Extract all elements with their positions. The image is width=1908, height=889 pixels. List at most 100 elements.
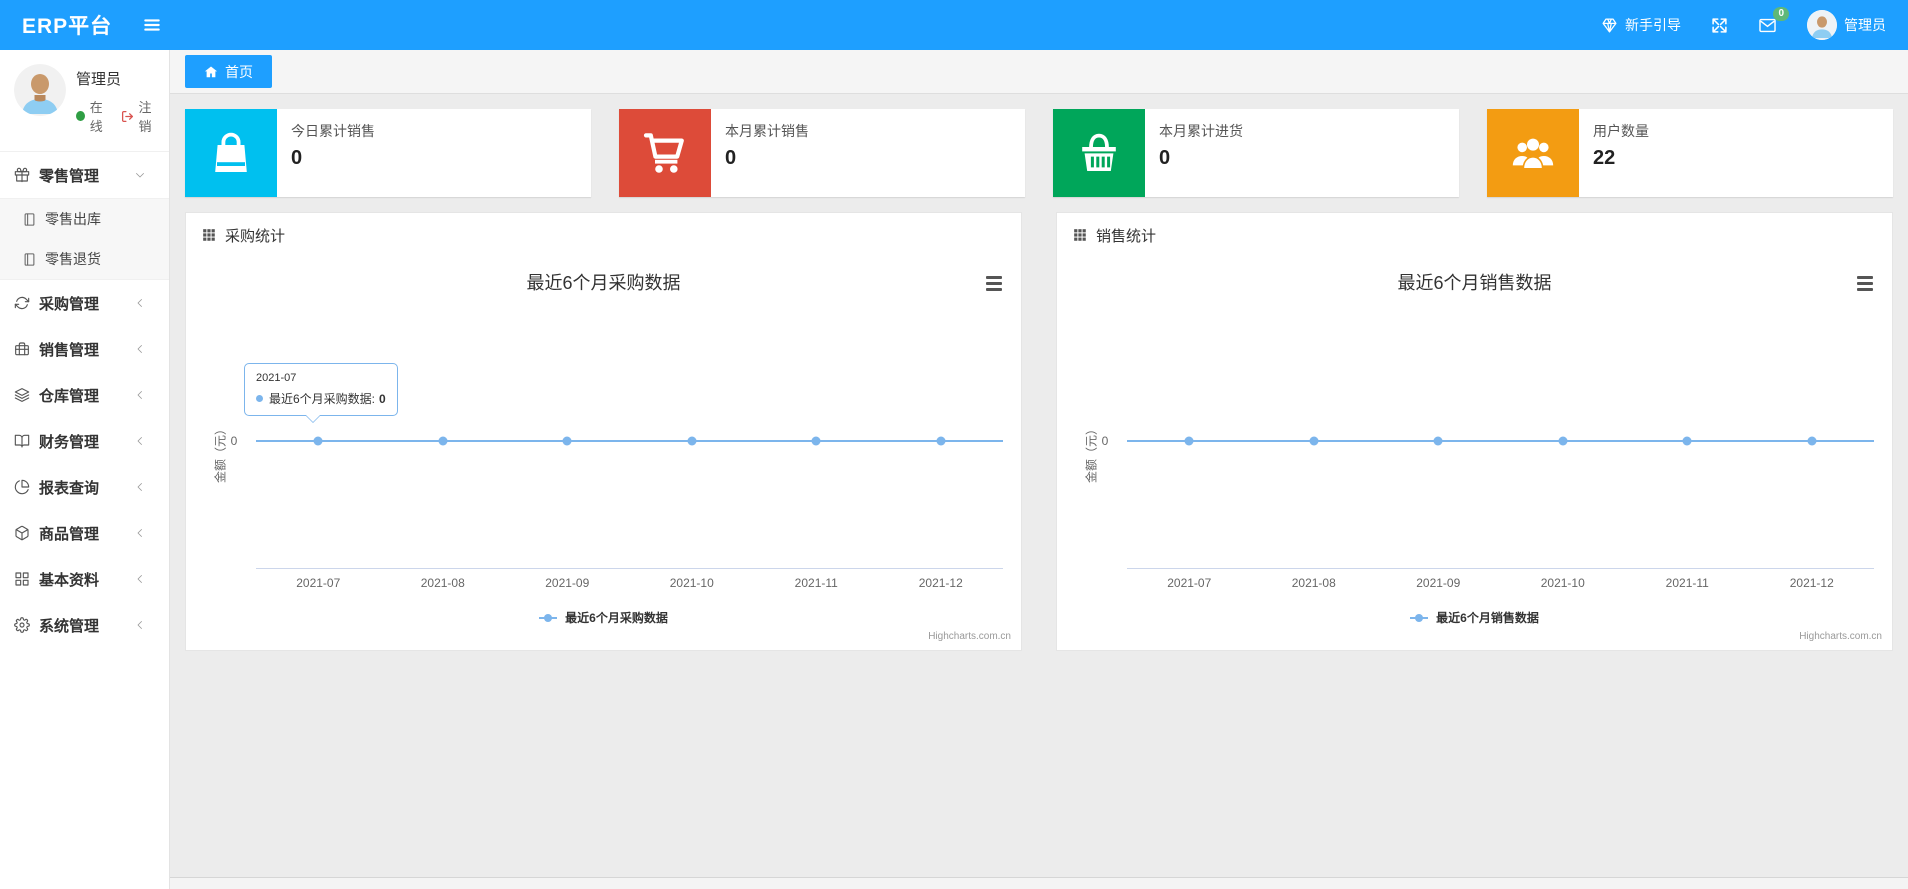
tab-home[interactable]: 首页 xyxy=(185,55,272,88)
data-point-marker[interactable] xyxy=(1309,436,1319,446)
chart-title: 最近6个月采购数据 xyxy=(526,273,681,293)
top-navbar: ERP平台 新手引导 0 管理员 xyxy=(0,0,1908,50)
x-axis-tick-label: 2021-08 xyxy=(420,576,465,590)
sidebar-user-name: 管理员 xyxy=(76,71,122,88)
sidebar-item-retail-return[interactable]: 零售退货 xyxy=(0,239,169,279)
document-icon xyxy=(22,212,37,227)
chevron-left-icon xyxy=(134,481,146,493)
stat-card-icon-box xyxy=(1487,109,1579,197)
tab-bar: 首页 xyxy=(170,50,1908,94)
highcharts-credit-link[interactable]: Highcharts.com.cn xyxy=(1799,631,1882,642)
x-axis-tick-label: 2021-11 xyxy=(1665,576,1709,590)
x-axis-labels: 2021-07 2021-08 2021-09 2021-10 2021-11 2021-… xyxy=(1127,576,1874,592)
sidebar-submenu-retail: 零售出库零售退货 xyxy=(0,198,169,280)
chevron-left-icon xyxy=(134,573,146,585)
legend-marker-icon xyxy=(1410,616,1429,619)
y-axis-title: 金额（元） xyxy=(1084,422,1099,484)
data-point-marker[interactable] xyxy=(1184,436,1194,446)
data-point-marker[interactable] xyxy=(1433,436,1443,446)
briefcase-icon xyxy=(14,341,30,357)
hamburger-menu-icon[interactable] xyxy=(142,15,162,35)
sidebar-item-retail-outbound[interactable]: 零售出库 xyxy=(0,199,169,239)
legend-item[interactable]: 最近6个月销售数据 xyxy=(1057,609,1892,626)
sidebar-item-label: 财务管理 xyxy=(39,433,100,451)
data-point-marker[interactable] xyxy=(1682,436,1692,446)
chevron-left-icon xyxy=(134,297,146,309)
highcharts-credit-link[interactable]: Highcharts.com.cn xyxy=(928,631,1011,642)
fullscreen-button[interactable] xyxy=(1711,17,1728,34)
x-axis-tick-label: 2021-09 xyxy=(545,576,590,590)
sidebar-item-finance[interactable]: 财务管理 xyxy=(0,418,169,464)
stat-card-value: 22 xyxy=(1593,147,1616,169)
sidebar-item-goods[interactable]: 商品管理 xyxy=(0,510,169,556)
beginner-guide-button[interactable]: 新手引导 xyxy=(1601,15,1681,35)
x-axis-tick-label: 2021-08 xyxy=(1291,576,1336,590)
purchase-chart: 最近6个月采购数据 金额（元） 0 2021-07 2021-08 2021-09 2… xyxy=(186,257,1021,650)
x-axis-tick-label: 2021-07 xyxy=(296,576,341,590)
stat-card-value: 0 xyxy=(291,147,303,169)
data-point-marker[interactable] xyxy=(313,436,323,446)
data-point-marker[interactable] xyxy=(1558,436,1568,446)
logout-label: 注销 xyxy=(138,100,152,134)
chevron-down-icon xyxy=(134,169,146,181)
x-axis-tick-label: 2021-10 xyxy=(1540,576,1585,590)
legend-label: 最近6个月销售数据 xyxy=(1436,611,1539,625)
pie-chart-icon xyxy=(14,479,30,495)
x-axis-tick-label: 2021-07 xyxy=(1167,576,1212,590)
stat-card-label: 本月累计进货 xyxy=(1159,123,1243,139)
stat-card-value: 0 xyxy=(725,147,737,169)
x-axis-tick-label: 2021-09 xyxy=(1416,576,1461,590)
footer-divider xyxy=(170,877,1908,889)
sidebar-menu: 零售管理零售出库零售退货 采购管理 销售管理 仓库管理财务管理报表查询商品管理基本资料… xyxy=(0,152,169,648)
panel-header: 采购统计 xyxy=(186,213,1021,257)
sidebar-item-purchase[interactable]: 采购管理 xyxy=(0,280,169,326)
sidebar-item-system[interactable]: 系统管理 xyxy=(0,602,169,648)
sidebar-item-label: 基本资料 xyxy=(39,571,100,589)
sidebar-item-sales[interactable]: 销售管理 xyxy=(0,326,169,372)
book-icon xyxy=(14,433,30,449)
stat-card-month-purchase: 本月累计进货 0 xyxy=(1053,109,1459,197)
sidebar-item-label: 系统管理 xyxy=(39,617,100,635)
data-point-marker[interactable] xyxy=(562,436,572,446)
shopping-basket-icon xyxy=(1075,129,1123,177)
purchase-stats-panel: 采购统计 最近6个月采购数据 金额（元） 0 2021-07 2021-08 202… xyxy=(185,212,1022,651)
chart-context-menu-button[interactable] xyxy=(983,273,1005,294)
logout-button[interactable]: 注销 xyxy=(121,97,159,135)
data-point-marker[interactable] xyxy=(811,436,821,446)
data-point-marker[interactable] xyxy=(936,436,946,446)
stat-card-value: 0 xyxy=(1159,147,1171,169)
chart-context-menu-button[interactable] xyxy=(1854,273,1876,294)
message-badge: 0 xyxy=(1773,6,1789,21)
stat-card-icon-box xyxy=(1053,109,1145,197)
avatar xyxy=(1807,10,1837,40)
user-name: 管理员 xyxy=(1844,17,1886,33)
sidebar-item-label: 商品管理 xyxy=(39,525,100,543)
panel-title: 销售统计 xyxy=(1096,227,1157,245)
sidebar: 管理员 在线 注销 零售管理零售出库零售退货 采购管理 销售管理 仓库管理财务管理报表… xyxy=(0,50,170,889)
chart-tooltip: 2021-07 最近6个月采购数据: 0 xyxy=(244,363,398,423)
stat-card-icon-box xyxy=(185,109,277,197)
sidebar-item-warehouse[interactable]: 仓库管理 xyxy=(0,372,169,418)
gear-icon xyxy=(14,617,30,633)
x-axis-tick-label: 2021-12 xyxy=(918,576,963,590)
data-point-marker[interactable] xyxy=(1807,436,1817,446)
series-line xyxy=(256,436,1003,446)
sidebar-item-report[interactable]: 报表查询 xyxy=(0,464,169,510)
data-point-marker[interactable] xyxy=(438,436,448,446)
sidebar-user-panel: 管理员 在线 注销 xyxy=(0,50,169,152)
shopping-bag-icon xyxy=(207,129,255,177)
chevron-left-icon xyxy=(134,527,146,539)
home-icon xyxy=(204,65,218,79)
sidebar-item-basic[interactable]: 基本资料 xyxy=(0,556,169,602)
legend-item[interactable]: 最近6个月采购数据 xyxy=(186,609,1021,626)
user-menu[interactable]: 管理员 xyxy=(1807,10,1886,40)
sidebar-item-label: 零售出库 xyxy=(45,211,101,227)
y-axis-tick: 0 xyxy=(230,434,238,448)
panel-title: 采购统计 xyxy=(225,227,286,245)
chevron-left-icon xyxy=(134,619,146,631)
sidebar-item-retail[interactable]: 零售管理 xyxy=(0,152,169,198)
messages-button[interactable]: 0 xyxy=(1758,6,1789,35)
beginner-guide-label: 新手引导 xyxy=(1625,17,1681,33)
series-line xyxy=(1127,436,1874,446)
data-point-marker[interactable] xyxy=(687,436,697,446)
